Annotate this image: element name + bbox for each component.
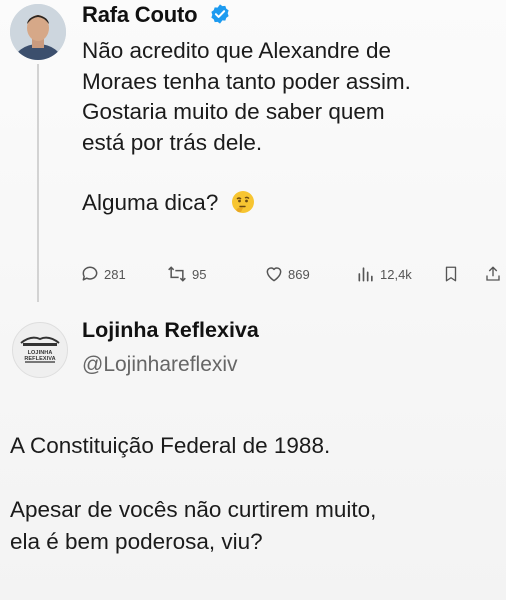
- tweet1-line: Não acredito que Alexandre de: [82, 38, 391, 63]
- store-logo-wordmark: LOJINHA REFLEXIVA: [24, 350, 56, 362]
- rafa-couto-avatar[interactable]: [10, 4, 66, 60]
- thread-connector-line: [37, 64, 39, 302]
- tweet1-action-bar: 281 95 869 12,4k: [80, 264, 506, 288]
- tweet2-line: ela é bem poderosa, viu?: [10, 529, 263, 554]
- heart-icon: [266, 267, 282, 282]
- tweet1-author-label: Rafa Couto: [82, 2, 198, 27]
- like-button[interactable]: 869: [264, 264, 310, 284]
- bookmark-button[interactable]: [442, 264, 460, 284]
- tweet2-line: Apesar de vocês não curtirem muito,: [10, 497, 377, 522]
- share-button[interactable]: [484, 264, 502, 284]
- retweet-button[interactable]: 95: [166, 264, 206, 284]
- retweet-count: 95: [192, 266, 207, 282]
- thinking-face-emoji-icon: [231, 190, 255, 223]
- tweet1-author-name[interactable]: Rafa Couto: [82, 2, 231, 31]
- lojinha-reflexiva-avatar[interactable]: LOJINHA REFLEXIVA: [12, 322, 68, 378]
- person-photo-icon: [10, 4, 66, 60]
- tweet1-line: está por trás dele.: [82, 129, 263, 155]
- tweet1-line: Gostaria muito de saber quem: [82, 99, 385, 124]
- views-chart-icon: [358, 267, 373, 282]
- reply-button[interactable]: 281: [80, 264, 126, 284]
- tweet1-line: Moraes tenha tanto poder assim.: [82, 68, 411, 94]
- bookmark-icon: [445, 266, 457, 282]
- tweet1-question-line: Alguma dica?: [82, 188, 502, 223]
- views-button[interactable]: 12,4k: [356, 264, 412, 284]
- tweet2-author-handle[interactable]: @Lojinhareflexiv: [82, 353, 238, 377]
- tweet2-body: A Constituição Federal de 1988. Apesar d…: [10, 430, 500, 558]
- verified-badge-icon: [209, 3, 231, 31]
- share-icon: [486, 266, 500, 281]
- like-count: 869: [288, 266, 310, 282]
- tweet1-body: Não acredito que Alexandre de Moraes ten…: [82, 36, 502, 223]
- tweet2-author-name[interactable]: Lojinha Reflexiva: [82, 318, 259, 343]
- tweet1-question: Alguma dica?: [82, 190, 219, 215]
- thread-screenshot: Rafa Couto Não acredito que Alexandre de…: [0, 0, 506, 600]
- reply-count: 281: [104, 266, 126, 282]
- views-count: 12,4k: [380, 266, 412, 282]
- tweet2-line: A Constituição Federal de 1988.: [10, 433, 331, 458]
- reply-icon: [82, 266, 98, 281]
- retweet-icon: [168, 266, 186, 282]
